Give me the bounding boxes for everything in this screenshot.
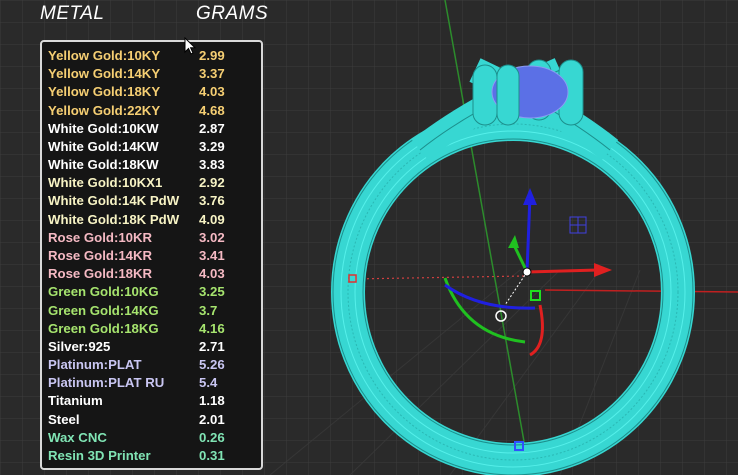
metal-name: Green Gold:14KG [48,302,159,318]
metal-weight-panel: Yellow Gold:10KY 2.99 Yellow Gold:14KY 3.37… [40,40,263,470]
metal-name: Rose Gold:10KR [48,229,153,245]
metal-grams: 3.83 [199,157,225,173]
metal-name: Yellow Gold:10KY [48,48,161,63]
metal-grams: 3.37 [199,66,225,82]
metal-grams: 4.16 [199,320,225,336]
metal-name: Silver:925 [48,338,111,354]
metal-name: White Gold:14KW [48,138,159,154]
metal-name: White Gold:18K PdW [48,211,180,227]
metal-grams: 3.7 [199,302,218,318]
metal-name: Yellow Gold:22KY [48,102,161,118]
metal-grams: 3.29 [199,138,225,154]
metal-grams: 1.18 [199,393,225,409]
metal-grams: 2.01 [199,411,225,427]
metal-grams: 3.41 [199,247,225,263]
metal-name: White Gold:10KX1 [48,175,163,191]
metal-name: Titanium [48,393,103,409]
metal-grams: 2.99 [199,48,225,63]
metal-name: Rose Gold:14KR [48,247,153,263]
metal-name: Platinum:PLAT [48,357,142,373]
metal-grams: 5.4 [199,375,218,391]
mouse-cursor-icon [184,37,197,55]
metal-name: Yellow Gold:18KY [48,84,161,100]
metal-grams: 4.03 [199,266,225,282]
metal-grams: 2.87 [199,120,225,136]
metal-grams: 3.02 [199,229,225,245]
metal-column-header: METAL [40,3,105,24]
metal-name: Resin 3D Printer [48,447,151,463]
prong-front [496,64,520,126]
metal-grams: 4.03 [199,84,225,100]
metal-grams: 3.76 [199,193,225,209]
grams-column-header: GRAMS [196,3,269,24]
metal-grams: 2.92 [199,175,225,191]
metal-grams: 0.31 [199,447,225,463]
metal-grams: 3.25 [199,284,225,300]
metal-name: White Gold:18KW [48,157,159,173]
metal-name: Green Gold:10KG [48,284,159,300]
metal-name: White Gold:10KW [48,120,159,136]
metal-name: Rose Gold:18KR [48,266,153,282]
metal-grams: 5.26 [199,357,225,373]
metal-grams: 2.71 [199,338,225,354]
metal-grams: 0.26 [199,429,225,445]
metal-name: White Gold:14K PdW [48,193,180,209]
metal-grams: 4.09 [199,211,225,227]
metal-grams: 4.68 [199,102,225,118]
metal-name: Platinum:PLAT RU [48,375,165,391]
metal-name: Steel [48,411,80,427]
metal-name: Yellow Gold:14KY [48,66,161,82]
metal-name: Wax CNC [48,429,107,445]
metal-name: Green Gold:18KG [48,320,159,336]
